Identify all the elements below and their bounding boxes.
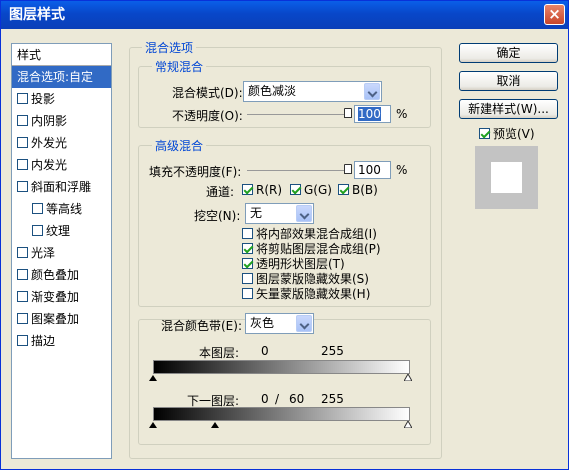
this-layer-black-slider[interactable] — [149, 375, 157, 381]
blending-options-title: 混合选项 — [142, 39, 197, 56]
checkbox-icon[interactable] — [338, 184, 349, 195]
channel-b-checkbox[interactable]: B(B) — [338, 183, 378, 197]
general-blending-title: 常规混合 — [152, 58, 207, 75]
underlying-high: 255 — [321, 392, 344, 406]
checkbox-icon[interactable] — [479, 128, 490, 139]
close-button[interactable]: × — [544, 4, 565, 25]
preview-swatch — [491, 162, 522, 193]
checkbox-icon[interactable] — [17, 313, 28, 324]
underlying-white-slider[interactable] — [404, 421, 412, 428]
underlying-black-slider-right[interactable] — [211, 422, 219, 428]
channels-label: 通道: — [206, 185, 235, 199]
styles-list: 样式 混合选项:自定 投影 内阴影 外发光 内发光 斜面和浮雕 等高线 纹理 光… — [11, 43, 112, 459]
new-style-button[interactable]: 新建样式(W)... — [459, 99, 558, 119]
this-layer-label: 本图层: — [199, 346, 240, 360]
checkbox-icon[interactable] — [242, 273, 253, 284]
fill-opacity-label: 填充不透明度(F): — [149, 165, 242, 179]
preview-checkbox[interactable]: 预览(V) — [479, 125, 535, 142]
checkbox-icon[interactable] — [32, 203, 43, 214]
this-layer-low: 0 — [261, 344, 269, 358]
blend-if-select[interactable]: 灰色 — [245, 313, 314, 334]
style-preview — [475, 146, 538, 209]
checkbox-icon[interactable] — [17, 247, 28, 258]
opacity-slider-thumb[interactable] — [344, 108, 352, 118]
window-title: 图层样式 — [9, 7, 65, 23]
knockout-label: 挖空(N): — [194, 209, 241, 223]
underlying-low: 0 — [261, 392, 269, 406]
opacity-input[interactable]: 100 — [354, 105, 391, 123]
styles-header: 样式 — [12, 44, 111, 66]
style-item-drop-shadow[interactable]: 投影 — [12, 88, 111, 110]
checkbox-icon[interactable] — [17, 269, 28, 280]
underlying-separator: / — [275, 392, 280, 406]
checkbox-icon[interactable] — [17, 335, 28, 346]
underlying-gradient — [153, 407, 410, 421]
checkbox-icon[interactable] — [17, 137, 28, 148]
style-item-stroke[interactable]: 描边 — [12, 330, 111, 352]
style-item-inner-shadow[interactable]: 内阴影 — [12, 110, 111, 132]
knockout-select[interactable]: 无 — [245, 203, 314, 224]
checkbox-icon[interactable] — [242, 288, 253, 299]
channel-r-checkbox[interactable]: R(R) — [242, 183, 282, 197]
style-item-inner-glow[interactable]: 内发光 — [12, 154, 111, 176]
checkbox-icon[interactable] — [242, 228, 253, 239]
opacity-percent: % — [396, 107, 408, 121]
fill-opacity-slider-thumb[interactable] — [344, 164, 352, 174]
checkbox-icon[interactable] — [17, 291, 28, 302]
layer-style-dialog: 图层样式 × 样式 混合选项:自定 投影 内阴影 外发光 内发光 斜面和浮雕 等… — [0, 0, 569, 470]
cancel-button[interactable]: 取消 — [459, 71, 558, 91]
underlying-mid: 60 — [289, 392, 305, 406]
ok-button[interactable]: 确定 — [459, 43, 558, 63]
checkbox-icon[interactable] — [242, 258, 253, 269]
checkbox-icon[interactable] — [242, 243, 253, 254]
checkbox-icon[interactable] — [17, 115, 28, 126]
style-item-outer-glow[interactable]: 外发光 — [12, 132, 111, 154]
fill-opacity-input[interactable]: 100 — [354, 161, 391, 179]
style-item-pattern-overlay[interactable]: 图案叠加 — [12, 308, 111, 330]
style-item-blending-options[interactable]: 混合选项:自定 — [12, 66, 111, 88]
checkbox-icon[interactable] — [17, 93, 28, 104]
chevron-down-icon[interactable] — [296, 205, 312, 222]
this-layer-high: 255 — [321, 344, 344, 358]
opacity-label: 不透明度(O): — [172, 109, 243, 123]
advanced-blending-title: 高级混合 — [152, 137, 207, 154]
blend-mode-label: 混合模式(D): — [172, 86, 243, 100]
opacity-slider-track[interactable] — [247, 114, 348, 115]
style-item-satin[interactable]: 光泽 — [12, 242, 111, 264]
this-layer-gradient — [153, 360, 410, 374]
this-layer-white-slider[interactable] — [404, 374, 412, 381]
blend-if-group — [138, 319, 431, 445]
style-item-bevel-emboss[interactable]: 斜面和浮雕 — [12, 176, 111, 198]
blend-if-label: 混合颜色带(E): — [161, 319, 242, 333]
title-bar: 图层样式 × — [1, 1, 568, 29]
checkbox-icon[interactable] — [290, 184, 301, 195]
checkbox-icon[interactable] — [32, 225, 43, 236]
style-item-texture[interactable]: 纹理 — [12, 220, 111, 242]
checkbox-icon[interactable] — [17, 159, 28, 170]
checkbox-icon[interactable] — [17, 181, 28, 192]
blend-mode-select[interactable]: 颜色减淡 — [243, 81, 382, 102]
chevron-down-icon[interactable] — [296, 315, 312, 332]
style-item-color-overlay[interactable]: 颜色叠加 — [12, 264, 111, 286]
channel-g-checkbox[interactable]: G(G) — [290, 183, 332, 197]
checkbox-icon[interactable] — [242, 184, 253, 195]
fill-opacity-slider-track[interactable] — [247, 170, 348, 171]
underlying-black-slider-left[interactable] — [149, 422, 157, 428]
fill-opacity-percent: % — [396, 163, 408, 177]
style-item-contour[interactable]: 等高线 — [12, 198, 111, 220]
style-item-gradient-overlay[interactable]: 渐变叠加 — [12, 286, 111, 308]
chevron-down-icon[interactable] — [364, 83, 380, 100]
option-vector-mask-hides[interactable]: 矢量蒙版隐藏效果(H) — [242, 285, 370, 302]
